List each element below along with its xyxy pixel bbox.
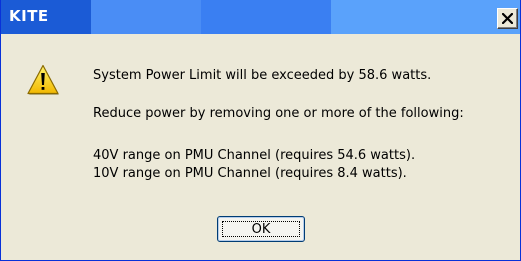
dialog-window: KITE System Power Limit will be exceeded… [0, 0, 521, 261]
message-item-40v: 40V range on PMU Channel (requires 54.6 … [93, 148, 416, 163]
ok-button-label: OK [251, 221, 271, 237]
window-title: KITE [9, 7, 49, 25]
message-line-limit: System Power Limit will be exceeded by 5… [93, 68, 432, 83]
message-item-10v: 10V range on PMU Channel (requires 8.4 w… [93, 166, 407, 181]
close-button[interactable] [497, 8, 518, 29]
warning-icon [27, 64, 59, 95]
ok-button[interactable]: OK [217, 216, 305, 242]
message-line-instruction: Reduce power by removing one or more of … [93, 106, 464, 121]
close-icon [502, 13, 513, 24]
title-bar[interactable]: KITE [1, 0, 520, 34]
